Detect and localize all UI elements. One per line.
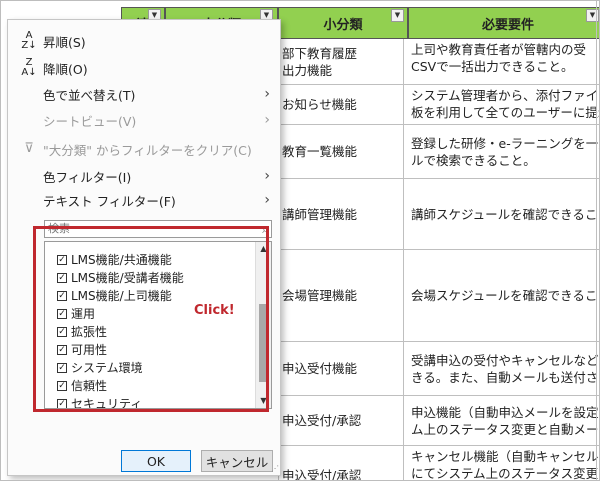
cell-requirement[interactable]: 講師スケジュールを確認できること。: [407, 179, 599, 249]
highlight-box: [33, 226, 269, 412]
menu-color-filter[interactable]: 色フィルター(I) ›: [8, 165, 280, 187]
sort-descending-icon: Z A↓: [21, 57, 37, 78]
menu-sort-ascending[interactable]: A Z↓ 昇順(S): [8, 30, 280, 52]
cell-small-category[interactable]: 部下教育履歴 出力機能: [278, 39, 404, 84]
resize-grip-icon[interactable]: ⋰: [271, 464, 279, 473]
clear-filter-icon: ⊽: [24, 141, 34, 156]
menu-sort-descending[interactable]: Z A↓ 降順(O): [8, 57, 280, 79]
table-row: 申込受付/承認 キャンセル機能（自動キャンセルメ にてシステム上のステータス変更…: [278, 446, 599, 480]
cell-small-category[interactable]: お知らせ機能: [278, 85, 404, 124]
cell-small-category[interactable]: 会場管理機能: [278, 250, 404, 341]
menu-sort-by-color[interactable]: 色で並べ替え(T) ›: [8, 83, 280, 105]
click-annotation: Click!: [189, 303, 235, 318]
menu-sheet-view: シートビュー(V) ›: [43, 112, 270, 129]
filter-dropdown-icon[interactable]: ▼: [391, 9, 404, 22]
menu-clear-filter: ⊽ "大分類" からフィルターをクリア(C): [8, 138, 280, 160]
cell-requirement[interactable]: 登録した研修・e-ラーニングを一覧 ルで検索できること。: [407, 125, 599, 178]
cell-small-category[interactable]: 申込受付機能: [278, 342, 404, 395]
cell-requirement[interactable]: キャンセル機能（自動キャンセルメ にてシステム上のステータス変更と: [407, 446, 599, 480]
cell-requirement[interactable]: 上司や教育責任者が管轄内の受 CSVで一括出力できること。: [407, 39, 599, 84]
cell-requirement[interactable]: システム管理者から、添付ファイル 板を利用して全てのユーザーに提示できるこ: [407, 85, 599, 124]
cell-small-category[interactable]: 講師管理機能: [278, 179, 404, 249]
cell-small-category[interactable]: 申込受付/承認: [278, 396, 404, 445]
chevron-right-icon: ›: [264, 86, 270, 102]
menu-text-filter[interactable]: テキスト フィルター(F) ›: [8, 189, 280, 211]
table-row: お知らせ機能 システム管理者から、添付ファイル 板を利用して全てのユーザーに提示…: [278, 85, 599, 125]
table-row: 会場管理機能 会場スケジュールを確認できること。: [278, 250, 599, 342]
table-row: 教育一覧機能 登録した研修・e-ラーニングを一覧 ルで検索できること。: [278, 125, 599, 179]
screenshot-frame: 連 大分類 小分類 必要要件 ▼ ▼ ▼ ▼ 部下教育履歴 出力機能 上司や教育…: [0, 0, 600, 481]
header-col-d[interactable]: 必要要件: [408, 7, 599, 39]
filter-dropdown-icon[interactable]: ▼: [586, 9, 599, 22]
cell-small-category[interactable]: 教育一覧機能: [278, 125, 404, 178]
cell-requirement[interactable]: 受講申込の受付やキャンセルなどを きる。また、自動メールも送付され: [407, 342, 599, 395]
ok-button[interactable]: OK: [121, 450, 191, 472]
table-row: 申込受付機能 受講申込の受付やキャンセルなどを きる。また、自動メールも送付され: [278, 342, 599, 396]
table-row: 申込受付/承認 申込機能（自動申込メールを設定 ム上のステータス変更と自動メール: [278, 396, 599, 446]
cell-requirement[interactable]: 会場スケジュールを確認できること。: [407, 250, 599, 341]
table-row: 講師管理機能 講師スケジュールを確認できること。: [278, 179, 599, 250]
cancel-button[interactable]: キャンセル: [201, 450, 273, 472]
grid-line: [596, 1, 597, 480]
cell-small-category[interactable]: 申込受付/承認: [278, 446, 404, 480]
table-row: 部下教育履歴 出力機能 上司や教育責任者が管轄内の受 CSVで一括出力できること…: [278, 39, 599, 85]
chevron-right-icon: ›: [264, 192, 270, 208]
cell-requirement[interactable]: 申込機能（自動申込メールを設定 ム上のステータス変更と自動メール: [407, 396, 599, 445]
chevron-right-icon: ›: [264, 168, 270, 184]
sort-ascending-icon: A Z↓: [21, 30, 37, 51]
chevron-right-icon: ›: [264, 112, 270, 128]
header-col-c[interactable]: 小分類: [278, 7, 408, 39]
